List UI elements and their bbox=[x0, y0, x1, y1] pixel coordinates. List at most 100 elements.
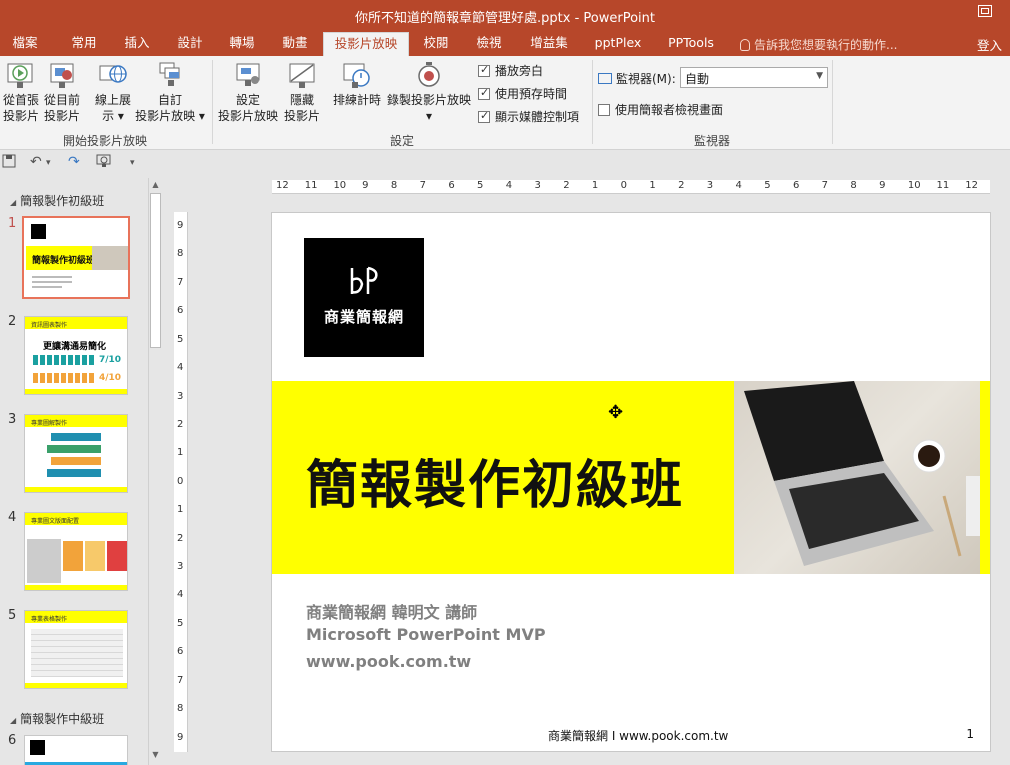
from-beginning-button[interactable]: 從首張 投影片 bbox=[2, 60, 40, 124]
tab-10[interactable]: pptPlex bbox=[588, 32, 648, 56]
show-media-controls-checkbox[interactable]: 顯示媒體控制項 bbox=[478, 108, 579, 125]
slide-number: 4 bbox=[8, 510, 17, 525]
slide-number: 1 bbox=[8, 216, 17, 231]
ruler-tick-label: 9 bbox=[177, 220, 184, 231]
ruler-tick-label: 11 bbox=[936, 180, 950, 191]
ruler-tick-label: 5 bbox=[177, 617, 184, 629]
from-current-button[interactable]: 從目前 投影片 bbox=[42, 60, 82, 124]
play-from-start-icon bbox=[6, 60, 36, 90]
slide-title: 簡報製作初級班 bbox=[306, 456, 685, 516]
collapse-triangle-icon: ◢ bbox=[10, 198, 17, 207]
tab-0[interactable]: 檔案 bbox=[0, 32, 50, 56]
tab-6[interactable]: 投影片放映 bbox=[323, 32, 409, 56]
tab-8[interactable]: 檢視 bbox=[467, 32, 511, 56]
undo-dropdown-icon[interactable]: ▾ bbox=[46, 158, 51, 168]
redo-icon[interactable]: ↷ bbox=[68, 154, 80, 170]
move-cursor-icon: ✥ bbox=[608, 402, 624, 423]
scroll-down-icon[interactable]: ▼ bbox=[149, 750, 162, 763]
ruler-tick-label: 5 bbox=[477, 180, 484, 191]
slide-thumbnail-1[interactable]: 簡報製作初級班 bbox=[22, 216, 130, 299]
lightbulb-icon bbox=[740, 39, 750, 51]
play-narrations-checkbox[interactable]: 播放旁白 bbox=[478, 62, 543, 79]
ruler-tick-label: 10 bbox=[907, 180, 921, 191]
ruler-tick-label: 9 bbox=[177, 731, 184, 743]
ruler-tick-label: 5 bbox=[764, 180, 771, 191]
tab-3[interactable]: 設計 bbox=[168, 32, 212, 56]
record-slide-show-button[interactable]: 錄製投影片放映 ▾ bbox=[386, 60, 472, 124]
ruler-tick-label: 8 bbox=[850, 180, 857, 191]
ruler-tick-label: 11 bbox=[304, 180, 318, 191]
website-line: www.pook.com.tw bbox=[306, 652, 472, 671]
rehearse-timings-button[interactable]: 排練計時 bbox=[330, 60, 384, 108]
slide-thumbnail-3[interactable]: 專業圖解製作 bbox=[24, 414, 128, 493]
section-header-intermediate[interactable]: ◢ 簡報製作中級班 bbox=[10, 710, 104, 727]
use-timings-checkbox[interactable]: 使用預存時間 bbox=[478, 85, 567, 102]
ruler-tick-label: 6 bbox=[177, 646, 184, 658]
thumbnail-scrollbar[interactable]: ▲ ▼ bbox=[148, 178, 162, 765]
ruler-tick-label: 12 bbox=[276, 180, 289, 191]
ribbon-tabs: 告訴我您想要執行的動作... 登入 檔案 常用 插入 設計 轉場 動畫 投影片放映 校閱 檢視增… bbox=[0, 32, 1010, 56]
mini-table bbox=[31, 629, 123, 677]
tell-me-search[interactable]: 告訴我您想要執行的動作... bbox=[740, 36, 897, 53]
ruler-tick-label: 2 bbox=[177, 532, 184, 544]
custom-slide-show-button[interactable]: 自訂 投影片放映 ▾ bbox=[134, 60, 206, 124]
scrollbar-thumb[interactable] bbox=[150, 193, 161, 348]
monitor-dropdown[interactable]: 自動 ▼ bbox=[680, 67, 828, 88]
start-from-beginning-icon[interactable] bbox=[96, 154, 112, 172]
ruler-tick-label: 2 bbox=[678, 180, 685, 191]
slide-canvas[interactable]: 商業簡報網 簡報製作初級班 商業簡報網 韓明文 講師 Microsoft Pow… bbox=[271, 212, 991, 752]
tab-7[interactable]: 校閱 bbox=[414, 32, 458, 56]
mini-logo bbox=[31, 224, 46, 239]
vertical-ruler: 9 8 7 6 5 4 3 2 1 0 1 2 3 4 5 6 7 8 9 bbox=[174, 212, 188, 752]
slide-thumbnail-4[interactable]: 專業圖文版面配置 bbox=[24, 512, 128, 591]
collapse-triangle-icon: ◢ bbox=[10, 716, 17, 725]
ruler-tick-label: 7 bbox=[419, 180, 426, 191]
slide-number: 6 bbox=[8, 733, 17, 748]
monitor-label: 監視器(M): bbox=[598, 70, 676, 87]
hide-slide-button[interactable]: 隱藏 投影片 bbox=[282, 60, 322, 124]
ribbon-display-options-icon[interactable] bbox=[978, 5, 992, 17]
slide-thumbnail-6[interactable] bbox=[24, 735, 128, 765]
presenter-view-checkbox[interactable]: 使用簡報者檢視畫面 bbox=[598, 101, 723, 118]
ribbon-divider bbox=[592, 60, 593, 144]
mvp-line: Microsoft PowerPoint MVP bbox=[306, 625, 546, 644]
ruler-tick-label: 2 bbox=[177, 418, 184, 430]
ruler-tick-label: 4 bbox=[177, 362, 184, 374]
tab-11[interactable]: PPTools bbox=[660, 32, 722, 56]
ribbon: 從首張 投影片 從目前 投影片 線上展 示 ▾ 自訂 投影片放映 ▾ 開始投影片… bbox=[0, 56, 1010, 150]
ruler-tick-label: 6 bbox=[792, 180, 800, 191]
tab-9[interactable]: 增益集 bbox=[520, 32, 578, 56]
ruler-tick-label: 8 bbox=[177, 248, 184, 260]
scroll-up-icon[interactable]: ▲ bbox=[149, 180, 162, 193]
setup-show-icon bbox=[233, 60, 263, 90]
slide-thumbnail-5[interactable]: 專業表格製作 bbox=[24, 610, 128, 689]
ruler-tick-label: 0 bbox=[620, 180, 627, 191]
setup-slide-show-button[interactable]: 設定 投影片放映 bbox=[216, 60, 280, 124]
save-icon[interactable] bbox=[2, 154, 16, 172]
customize-toolbar-icon[interactable]: ▾ bbox=[130, 158, 135, 168]
ribbon-divider bbox=[832, 60, 833, 144]
tab-1[interactable]: 常用 bbox=[62, 32, 106, 56]
record-icon bbox=[414, 60, 444, 90]
ruler-tick-label: 9 bbox=[362, 180, 369, 191]
group-label-start: 開始投影片放映 bbox=[62, 134, 147, 148]
section-header-beginner[interactable]: ◢ 簡報製作初級班 bbox=[10, 192, 104, 209]
slide-thumbnail-2[interactable]: 資訊圖表製作 更讓溝通易簡化 7/10 4/10 bbox=[24, 316, 128, 395]
ruler-tick-label: 1 bbox=[177, 447, 184, 459]
ruler-tick-label: 1 bbox=[649, 180, 656, 191]
ruler-tick-label: 9 bbox=[879, 180, 886, 191]
sign-in-link[interactable]: 登入 bbox=[977, 35, 1002, 54]
tab-5[interactable]: 動畫 bbox=[273, 32, 317, 56]
group-label-monitors: 監視器 bbox=[693, 134, 730, 148]
undo-icon[interactable]: ↶ bbox=[30, 154, 42, 170]
ruler-tick-label: 3 bbox=[534, 180, 541, 191]
tab-4[interactable]: 轉場 bbox=[220, 32, 264, 56]
present-online-button[interactable]: 線上展 示 ▾ bbox=[92, 60, 134, 124]
slide-number: 5 bbox=[8, 608, 17, 623]
custom-show-icon bbox=[155, 60, 185, 90]
tab-2[interactable]: 插入 bbox=[115, 32, 159, 56]
ruler-tick-label: 6 bbox=[448, 180, 455, 191]
ruler-tick-label: 1 bbox=[591, 180, 599, 191]
ruler-tick-label: 6 bbox=[177, 305, 184, 317]
brand-logo: 商業簡報網 bbox=[304, 238, 424, 357]
